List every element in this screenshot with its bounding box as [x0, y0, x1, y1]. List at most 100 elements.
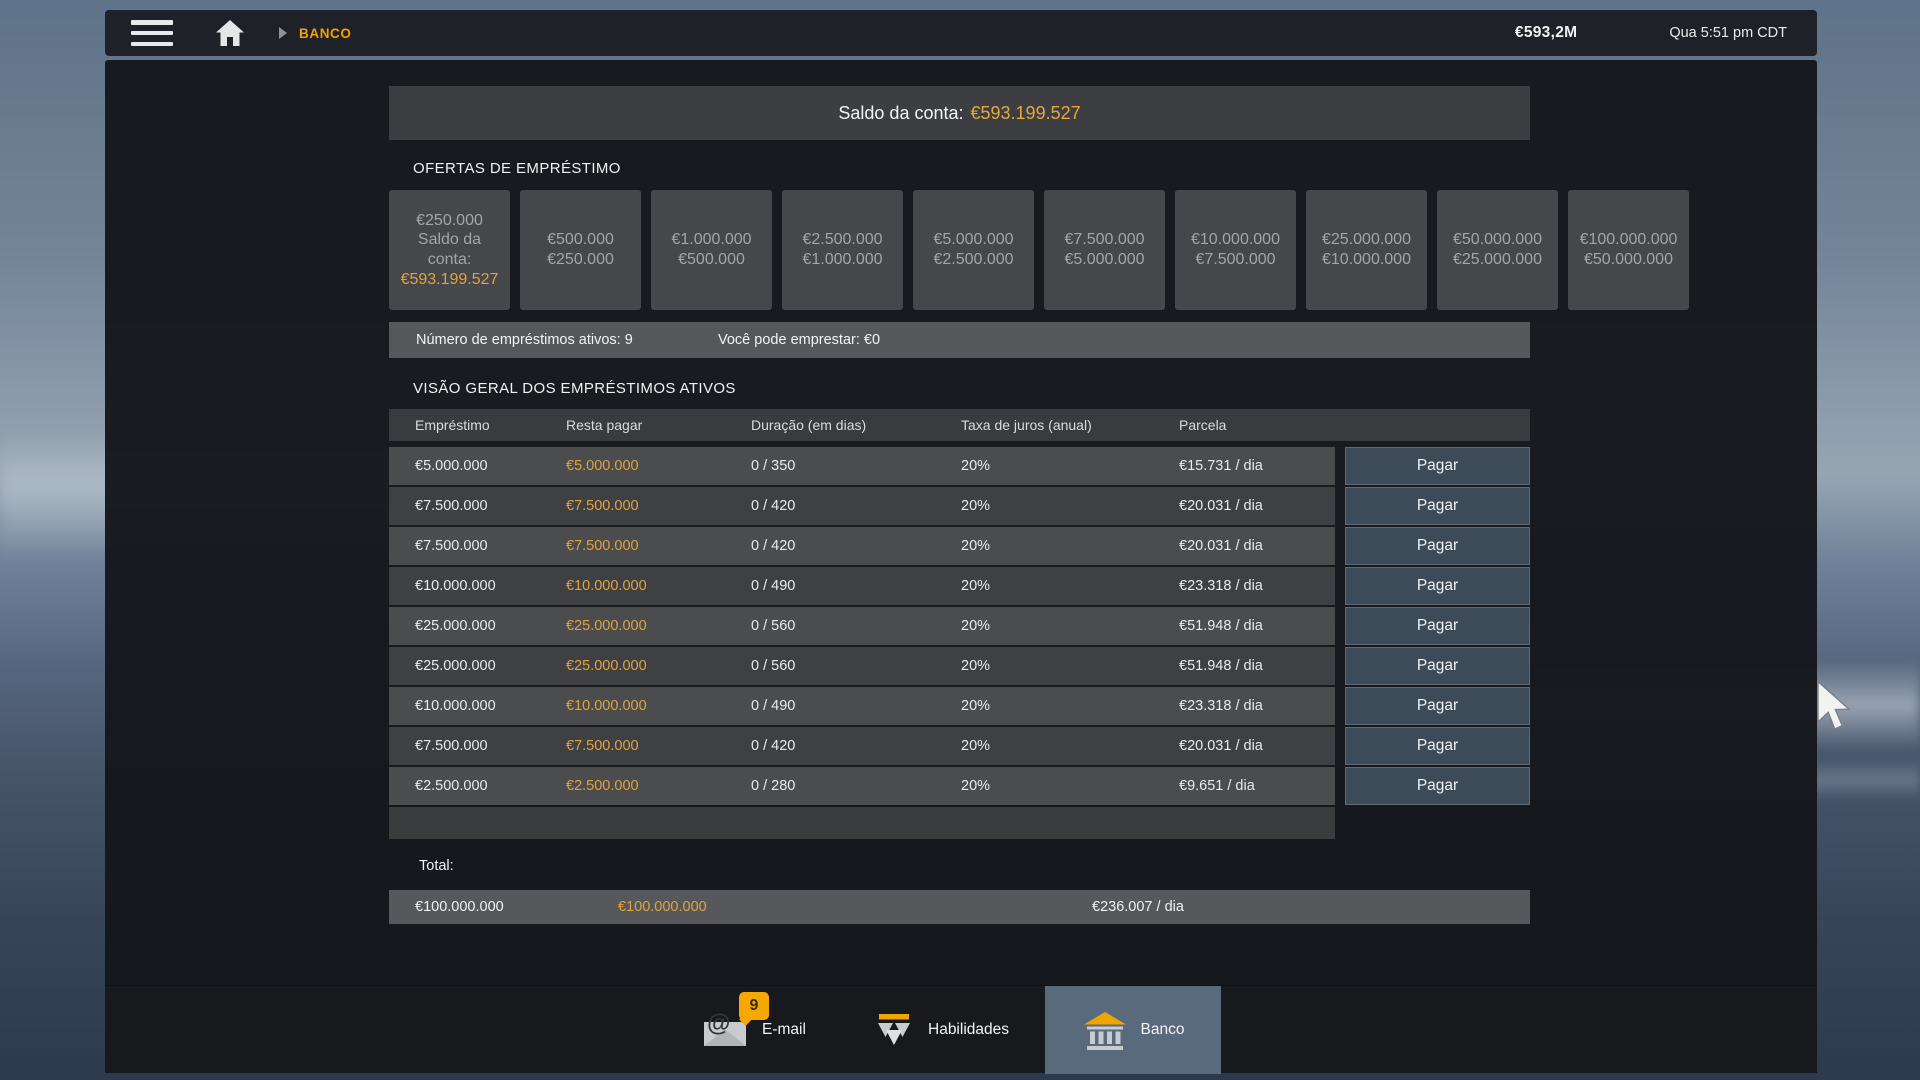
installment: €9.651 / dia — [1179, 778, 1255, 794]
pay-button[interactable]: Pagar — [1345, 687, 1530, 725]
column-header-remaining: Resta pagar — [566, 417, 642, 433]
tab-skills-label: Habilidades — [928, 1021, 1009, 1039]
offer-amount: €5.000.000 — [933, 230, 1013, 250]
offer-amount: €50.000.000 — [1453, 230, 1542, 250]
loan-amount: €25.000.000 — [415, 618, 496, 634]
loan-amount: €25.000.000 — [415, 658, 496, 674]
loan-offer-card[interactable]: €50.000.000 €25.000.000 — [1437, 190, 1558, 310]
money-display: €593,2M — [1515, 24, 1577, 42]
column-header-duration: Duração (em dias) — [751, 417, 866, 433]
loan-offer-card[interactable]: €5.000.000 €2.500.000 — [913, 190, 1034, 310]
loan-offer-card[interactable]: €2.500.000 €1.000.000 — [782, 190, 903, 310]
pay-button[interactable]: Pagar — [1345, 527, 1530, 565]
table-row: €5.000.000 €5.000.000 0 / 350 20% €15.73… — [389, 447, 1530, 485]
remaining-amount: €25.000.000 — [566, 618, 647, 634]
breadcrumb: BANCO — [299, 26, 352, 41]
pay-button[interactable]: Pagar — [1345, 447, 1530, 485]
offers-section-title: OFERTAS DE EMPRÉSTIMO — [413, 160, 621, 177]
tab-skills[interactable]: Habilidades — [873, 986, 1009, 1074]
loan-offer-card[interactable]: €100.000.000 €50.000.000 — [1568, 190, 1689, 310]
offer-amount: €500.000 — [547, 230, 614, 250]
tab-bank-label: Banco — [1141, 1021, 1185, 1039]
email-badge: 9 — [739, 992, 769, 1020]
top-bar: BANCO €593,2M Qua 5:51 pm CDT — [105, 10, 1817, 56]
installment: €23.318 / dia — [1179, 698, 1263, 714]
offer-amount: €100.000.000 — [1580, 230, 1678, 250]
total-installment: €236.007 / dia — [1092, 899, 1184, 915]
row-values: €25.000.000 €25.000.000 0 / 560 20% €51.… — [389, 607, 1335, 645]
interest-rate: 20% — [961, 618, 990, 634]
column-header-loan: Empréstimo — [415, 417, 490, 433]
pay-button[interactable]: Pagar — [1345, 647, 1530, 685]
offer-prev-amount: €7.500.000 — [1195, 250, 1275, 270]
interest-rate: 20% — [961, 458, 990, 474]
tab-email[interactable]: @ 9 E-mail — [701, 986, 806, 1074]
empty-table-row — [389, 807, 1335, 839]
bank-icon — [1082, 1009, 1128, 1051]
pay-button[interactable]: Pagar — [1345, 487, 1530, 525]
clock-display: Qua 5:51 pm CDT — [1669, 25, 1787, 41]
home-button[interactable] — [215, 19, 245, 47]
installment: €20.031 / dia — [1179, 738, 1263, 754]
offer-amount: €1.000.000 — [671, 230, 751, 250]
menu-button[interactable] — [131, 20, 173, 46]
loan-offer-card[interactable]: €25.000.000 €10.000.000 — [1306, 190, 1427, 310]
loan-amount: €10.000.000 — [415, 578, 496, 594]
loan-offer-card[interactable]: €7.500.000 €5.000.000 — [1044, 190, 1165, 310]
row-values: €10.000.000 €10.000.000 0 / 490 20% €23.… — [389, 687, 1335, 725]
table-row: €10.000.000 €10.000.000 0 / 490 20% €23.… — [389, 567, 1530, 605]
pay-button[interactable]: Pagar — [1345, 767, 1530, 805]
duration: 0 / 420 — [751, 498, 795, 514]
loan-offer-card[interactable]: €10.000.000 €7.500.000 — [1175, 190, 1296, 310]
row-values: €7.500.000 €7.500.000 0 / 420 20% €20.03… — [389, 727, 1335, 765]
offer-prev-amount: €25.000.000 — [1453, 250, 1542, 270]
offer-prev-amount: €50.000.000 — [1584, 250, 1673, 270]
pay-button[interactable]: Pagar — [1345, 727, 1530, 765]
offer-amount: €7.500.000 — [1064, 230, 1144, 250]
loan-offer-card[interactable]: €500.000 €250.000 — [520, 190, 641, 310]
hamburger-icon — [131, 42, 173, 47]
interest-rate: 20% — [961, 778, 990, 794]
duration: 0 / 350 — [751, 458, 795, 474]
screen: { "topbar": { "breadcrumb": "BANCO", "mo… — [0, 0, 1920, 1080]
pay-button[interactable]: Pagar — [1345, 607, 1530, 645]
interest-rate: 20% — [961, 698, 990, 714]
table-row: €25.000.000 €25.000.000 0 / 560 20% €51.… — [389, 647, 1530, 685]
loan-offer-card[interactable]: €1.000.000 €500.000 — [651, 190, 772, 310]
active-loans-count: Número de empréstimos ativos: 9 — [416, 332, 633, 348]
hamburger-icon — [131, 20, 173, 25]
loans-table-title: VISÃO GERAL DOS EMPRÉSTIMOS ATIVOS — [413, 380, 736, 397]
duration: 0 / 280 — [751, 778, 795, 794]
installment: €51.948 / dia — [1179, 658, 1263, 674]
offer-amount: €25.000.000 — [1322, 230, 1411, 250]
offer-amount: €250.000 — [416, 211, 483, 231]
bank-panel: Saldo da conta: €593.199.527 OFERTAS DE … — [105, 60, 1817, 1073]
borrow-limit: Você pode emprestar: €0 — [718, 332, 880, 348]
pay-button[interactable]: Pagar — [1345, 567, 1530, 605]
loan-offer-card[interactable]: €250.000 Saldo da conta: €593.199.527 — [389, 190, 510, 310]
row-values: €7.500.000 €7.500.000 0 / 420 20% €20.03… — [389, 487, 1335, 525]
remaining-amount: €10.000.000 — [566, 698, 647, 714]
balance-label: Saldo da conta: — [838, 103, 963, 124]
offer-amount: €10.000.000 — [1191, 230, 1280, 250]
skills-icon — [873, 1011, 915, 1049]
tab-email-label: E-mail — [762, 1021, 806, 1039]
interest-rate: 20% — [961, 738, 990, 754]
offer-balance-value: €593.199.527 — [401, 270, 499, 290]
installment: €20.031 / dia — [1179, 498, 1263, 514]
total-row: €100.000.000 €100.000.000 €236.007 / dia — [389, 890, 1530, 924]
remaining-amount: €5.000.000 — [566, 458, 639, 474]
installment: €23.318 / dia — [1179, 578, 1263, 594]
loan-amount: €7.500.000 — [415, 538, 488, 554]
interest-rate: 20% — [961, 578, 990, 594]
loan-amount: €10.000.000 — [415, 698, 496, 714]
duration: 0 / 560 — [751, 658, 795, 674]
tab-bank[interactable]: Banco — [1045, 986, 1221, 1074]
home-icon — [215, 19, 245, 47]
remaining-amount: €25.000.000 — [566, 658, 647, 674]
duration: 0 / 490 — [751, 578, 795, 594]
offer-balance-label: Saldo da conta: — [396, 230, 503, 269]
remaining-amount: €10.000.000 — [566, 578, 647, 594]
loan-amount: €5.000.000 — [415, 458, 488, 474]
row-values: €25.000.000 €25.000.000 0 / 560 20% €51.… — [389, 647, 1335, 685]
